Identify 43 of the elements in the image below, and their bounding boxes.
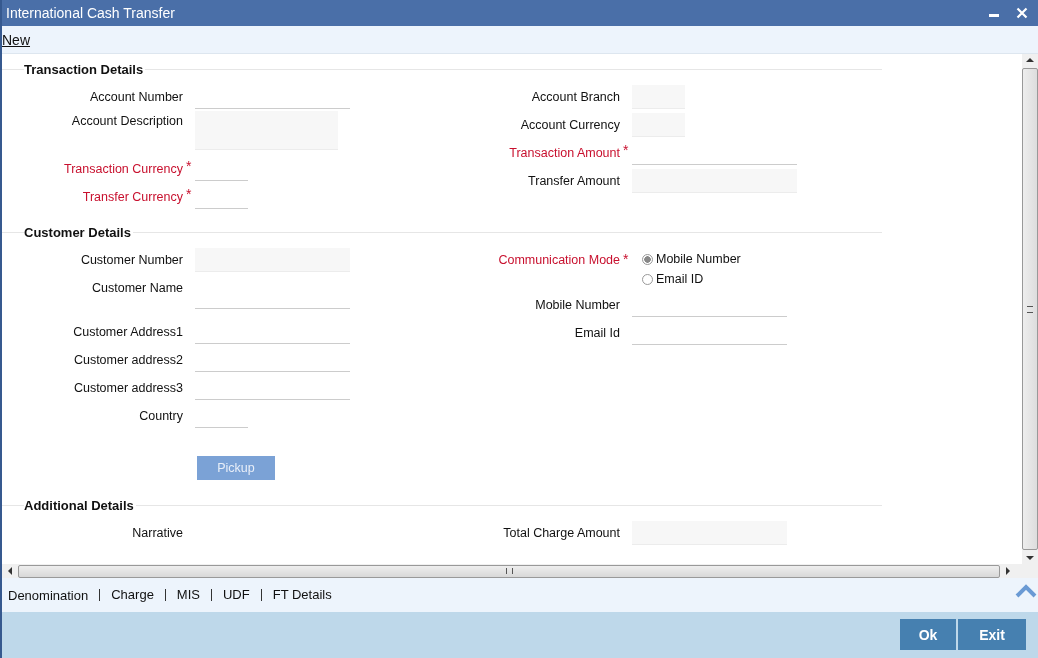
required-marker: * (186, 186, 192, 202)
required-marker: * (623, 251, 629, 267)
exit-button[interactable]: Exit (958, 619, 1026, 650)
field-label: Mobile Number (535, 298, 620, 312)
section-title: Transaction Details (24, 62, 144, 77)
tab-link[interactable]: Denomination (8, 587, 100, 603)
field-label: Transfer Amount (528, 174, 620, 188)
required-marker: * (186, 158, 192, 174)
field-label: Account Branch (531, 90, 620, 104)
close-icon[interactable] (1016, 7, 1028, 19)
field-label: Transfer Currency (82, 190, 183, 204)
tab-link[interactable]: Charge (99, 589, 165, 601)
radio-label: Mobile Number (656, 252, 741, 266)
vertical-scrollbar[interactable] (1022, 54, 1038, 564)
field-label: Country (139, 409, 183, 423)
field-label: Customer Address1 (73, 325, 183, 339)
field-label: Transaction Currency (63, 162, 183, 176)
field-label: Narrative (132, 526, 183, 540)
section-title: Customer Details (24, 225, 131, 240)
collapse-chevron-icon[interactable] (1015, 584, 1037, 598)
field-label: Customer address3 (73, 381, 183, 395)
radio-label: Email ID (656, 272, 704, 286)
new-link[interactable]: New (2, 31, 30, 48)
field-label: Account Currency (520, 118, 620, 132)
horizontal-scrollbar[interactable] (2, 564, 1038, 578)
field-label: Account Number (89, 90, 183, 104)
field-label: Account Description (71, 114, 183, 128)
ok-button[interactable]: Ok (900, 619, 956, 650)
field-label: Customer Number (80, 253, 183, 267)
radio-button[interactable] (642, 273, 653, 285)
field-label: Total Charge Amount (503, 526, 620, 540)
field-label: Transaction Amount (509, 146, 620, 160)
field-label: Customer Name (92, 281, 183, 295)
required-marker: * (623, 142, 629, 158)
tab-link[interactable]: FT Details (260, 589, 343, 601)
window-title: International Cash Transfer (6, 5, 175, 21)
radio-button[interactable] (642, 253, 653, 265)
field-label: Email Id (574, 326, 620, 340)
section-title: Additional Details (24, 498, 134, 513)
field-label: Communication Mode (498, 253, 620, 267)
field-label: Customer address2 (73, 353, 183, 367)
tab-link[interactable]: UDF (211, 589, 261, 601)
tab-link[interactable]: MIS (164, 589, 211, 601)
